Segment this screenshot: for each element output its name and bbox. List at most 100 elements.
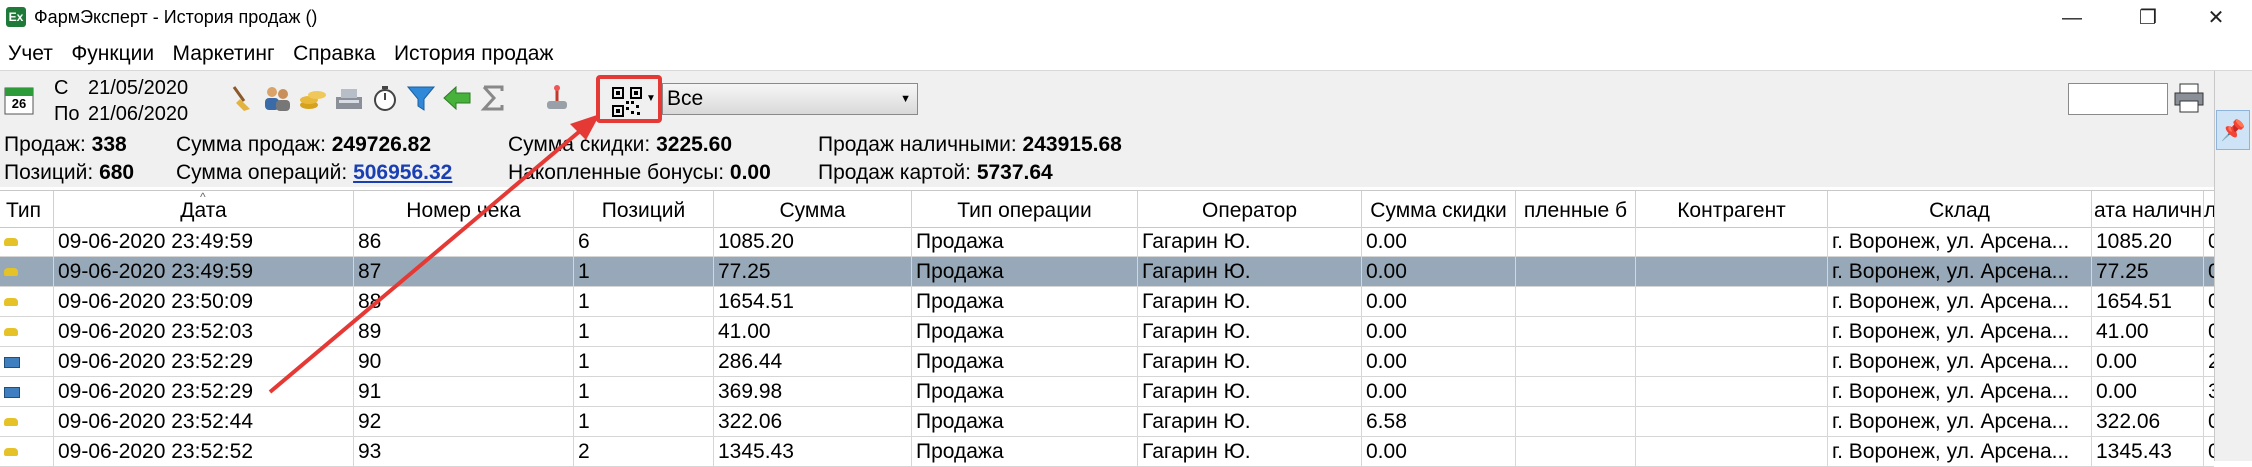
column-header-extra[interactable]: л <box>2204 191 2214 227</box>
cell-counterparty <box>1636 257 1828 287</box>
cell-discount-sum: 0.00 <box>1362 347 1516 377</box>
table-row[interactable]: 09-06-2020 23:52:03 89 1 41.00 Продажа Гагари… <box>0 317 2214 347</box>
cell-operation-type: Продажа <box>912 437 1138 467</box>
cell-positions: 1 <box>574 347 714 377</box>
column-header-type[interactable]: Тип <box>0 191 54 227</box>
cell-extra: 3 <box>2204 377 2214 407</box>
cash-payment-icon <box>4 238 18 247</box>
cell-positions: 1 <box>574 407 714 437</box>
cell-sum: 41.00 <box>714 317 912 347</box>
cash-register-icon[interactable] <box>332 83 366 117</box>
table-row[interactable]: 09-06-2020 23:52:29 90 1 286.44 Продажа Гагар… <box>0 347 2214 377</box>
cash-sales-value: 243915.68 <box>1022 133 1122 156</box>
column-header-receipt-number[interactable]: Номер чека <box>354 191 574 227</box>
from-date[interactable]: 21/05/2020 <box>88 77 188 99</box>
cell-receipt-number: 93 <box>354 437 574 467</box>
cell-warehouse: г. Воронеж, ул. Арсена... <box>1828 407 2092 437</box>
to-date[interactable]: 21/06/2020 <box>88 103 188 125</box>
column-header-discount-sum[interactable]: Сумма скидки <box>1362 191 1516 227</box>
sum-icon[interactable] <box>476 83 510 117</box>
table-row[interactable]: 09-06-2020 23:50:09 88 1 1654.51 Продажа Гага… <box>0 287 2214 317</box>
table-row[interactable]: 09-06-2020 23:49:59 87 1 77.25 Продажа Гагари… <box>0 257 2214 287</box>
arrow-left-icon[interactable] <box>440 83 474 117</box>
cell-discount-sum: 0.00 <box>1362 377 1516 407</box>
positions-count: Позиций: 680 <box>4 159 134 187</box>
cell-bonuses <box>1516 287 1636 317</box>
maximize-button[interactable]: ❐ <box>2128 4 2168 32</box>
menu-item-accounting[interactable]: Учет <box>0 36 59 68</box>
cell-operation-type: Продажа <box>912 377 1138 407</box>
chevron-down-icon: ▼ <box>900 93 911 105</box>
column-header-counterparty[interactable]: Контрагент <box>1636 191 1828 227</box>
cash-payment-icon <box>4 418 18 427</box>
cell-sum: 1085.20 <box>714 227 912 257</box>
window-title: ФармЭксперт - История продаж () <box>34 7 318 27</box>
cash-payment-icon <box>4 268 18 277</box>
stopwatch-icon[interactable] <box>368 83 402 117</box>
menu-item-sales-history[interactable]: История продаж <box>386 36 560 68</box>
calendar-icon[interactable]: 26 <box>4 85 34 115</box>
cell-sum: 77.25 <box>714 257 912 287</box>
cell-warehouse: г. Воронеж, ул. Арсена... <box>1828 347 2092 377</box>
column-header-positions[interactable]: Позиций <box>574 191 714 227</box>
cell-operator: Гагарин Ю. <box>1138 407 1362 437</box>
printer-icon[interactable] <box>2172 81 2206 115</box>
column-header-warehouse[interactable]: Склад <box>1828 191 2092 227</box>
menu-bar: Учет Функции Маркетинг Справка История п… <box>0 36 2252 71</box>
card-sales-value: 5737.64 <box>976 161 1053 184</box>
column-header-operator[interactable]: Оператор <box>1138 191 1362 227</box>
qr-code-button[interactable]: ▼ <box>596 75 662 123</box>
pin-icon[interactable]: 📌 <box>2216 110 2250 150</box>
cell-cash-payment: 322.06 <box>2092 407 2204 437</box>
users-icon[interactable] <box>260 83 294 117</box>
cell-receipt-number: 91 <box>354 377 574 407</box>
column-header-sum[interactable]: Сумма <box>714 191 912 227</box>
positions-count-label: Позиций: <box>4 161 94 184</box>
menu-item-marketing[interactable]: Маркетинг <box>165 36 281 68</box>
table-row[interactable]: 09-06-2020 23:49:59 86 6 1085.20 Продажа Гага… <box>0 227 2214 257</box>
summary-panel: Продаж: 338 Позиций: 680 Сумма продаж: 2… <box>0 129 2214 187</box>
cell-operation-type: Продажа <box>912 257 1138 287</box>
cell-bonuses <box>1516 437 1636 467</box>
cash-payment-icon <box>4 328 18 337</box>
table-row[interactable]: 09-06-2020 23:52:29 91 1 369.98 Продажа Гагар… <box>0 377 2214 407</box>
positions-count-value: 680 <box>99 161 135 184</box>
cell-sum: 286.44 <box>714 347 912 377</box>
cell-operator: Гагарин Ю. <box>1138 257 1362 287</box>
cell-date: 09-06-2020 23:52:52 <box>54 437 354 467</box>
cell-discount-sum: 0.00 <box>1362 437 1516 467</box>
cell-receipt-number: 87 <box>354 257 574 287</box>
broom-icon[interactable] <box>224 83 258 117</box>
cell-discount-sum: 0.00 <box>1362 227 1516 257</box>
cell-bonuses <box>1516 257 1636 287</box>
cell-extra: 0 <box>2204 437 2214 467</box>
cell-counterparty <box>1636 227 1828 257</box>
table-row[interactable]: 09-06-2020 23:52:44 92 1 322.06 Продажа Гагар… <box>0 407 2214 437</box>
cell-cash-payment: 0.00 <box>2092 347 2204 377</box>
menu-item-functions[interactable]: Функции <box>63 36 160 68</box>
filter-icon[interactable] <box>404 83 438 117</box>
cell-type <box>0 347 54 377</box>
cell-warehouse: г. Воронеж, ул. Арсена... <box>1828 257 2092 287</box>
joystick-icon[interactable] <box>540 83 574 117</box>
cell-date: 09-06-2020 23:52:29 <box>54 377 354 407</box>
minimize-button[interactable]: — <box>2052 4 2092 32</box>
menu-item-help[interactable]: Справка <box>285 36 381 68</box>
search-input[interactable] <box>2068 83 2168 115</box>
column-header-bonuses[interactable]: пленные б <box>1516 191 1636 227</box>
cell-discount-sum: 0.00 <box>1362 287 1516 317</box>
column-header-cash-payment[interactable]: ата наличн <box>2092 191 2204 227</box>
discount-sum-label: Сумма скидки: <box>508 133 651 156</box>
coins-icon[interactable] <box>296 83 330 117</box>
calendar-day: 26 <box>11 96 27 111</box>
cell-extra: 0 <box>2204 227 2214 257</box>
cell-date: 09-06-2020 23:49:59 <box>54 257 354 287</box>
column-header-operation-type[interactable]: Тип операции <box>912 191 1138 227</box>
operations-sum-link[interactable]: 506956.32 <box>353 161 452 184</box>
cell-counterparty <box>1636 317 1828 347</box>
table-row[interactable]: 09-06-2020 23:52:52 93 2 1345.43 Продажа Гага… <box>0 437 2214 467</box>
operation-filter-select[interactable]: Все ▼ <box>662 83 918 115</box>
close-button[interactable]: ✕ <box>2196 4 2236 32</box>
cell-cash-payment: 1654.51 <box>2092 287 2204 317</box>
column-header-date[interactable]: Дата ^ <box>54 191 354 227</box>
